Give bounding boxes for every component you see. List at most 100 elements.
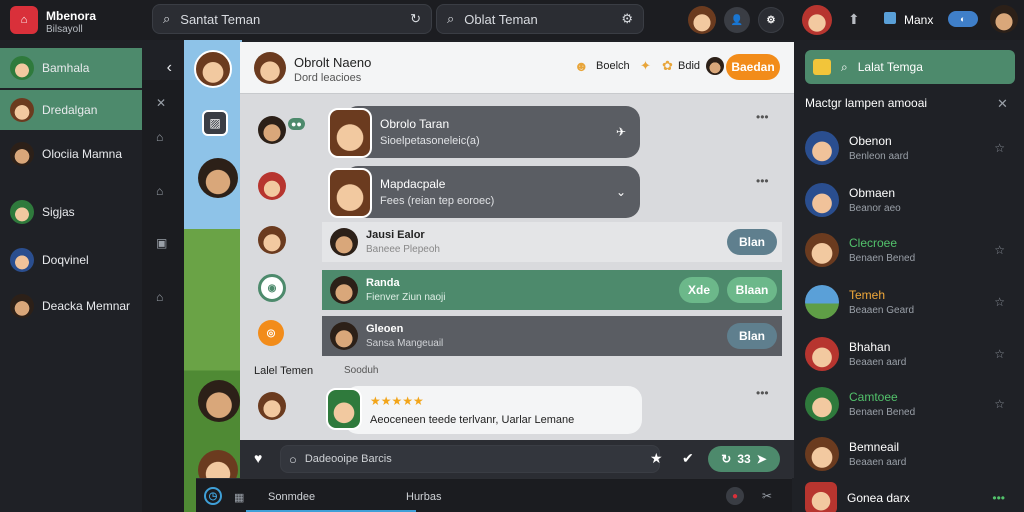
- avatar[interactable]: [258, 392, 286, 420]
- photo-icon[interactable]: ▨: [202, 110, 228, 136]
- home-icon[interactable]: ⌂: [156, 130, 163, 144]
- user-name[interactable]: Manx: [904, 13, 933, 27]
- status-icon[interactable]: ◉: [258, 274, 286, 302]
- friend-item[interactable]: Bemneail Beaaen aard: [805, 432, 1015, 476]
- avatar[interactable]: [198, 380, 240, 422]
- chevron-down-icon[interactable]: ⌄: [616, 185, 626, 199]
- record-icon[interactable]: ●: [726, 487, 744, 505]
- avatar[interactable]: [194, 50, 232, 88]
- sidebar-item-dredalgan[interactable]: Dredalgan: [0, 90, 142, 130]
- avatar[interactable]: [328, 168, 372, 218]
- friend-item[interactable]: Camtoee Benaen Bened ☆: [805, 382, 1015, 426]
- badge-icon[interactable]: ✿: [662, 58, 673, 74]
- row-name: Gleoen: [366, 323, 404, 335]
- star-rating: ★★★★★: [370, 394, 424, 408]
- settings-icon[interactable]: ⚙: [758, 7, 784, 33]
- more-icon[interactable]: •••: [756, 386, 769, 400]
- pin-icon[interactable]: ☆: [994, 243, 1005, 257]
- friend-status: Beaaen aard: [849, 457, 907, 468]
- friend-item[interactable]: Bhahan Beaaen aard ☆: [805, 332, 1015, 376]
- more-icon[interactable]: •••: [756, 110, 769, 124]
- friend-item[interactable]: Obmaen Beanor aeo: [805, 178, 1015, 222]
- bottom-label-1[interactable]: Sonmdee: [268, 491, 315, 503]
- app-logo[interactable]: ⌂: [10, 6, 38, 34]
- emoji-icon[interactable]: ♥: [254, 450, 262, 466]
- friend-name: Gonea darx: [847, 491, 910, 505]
- collapse-icon[interactable]: ✕: [156, 96, 166, 110]
- clock-icon[interactable]: ◷: [204, 487, 222, 505]
- emoji-icon[interactable]: ☻: [574, 58, 589, 74]
- header-action-1[interactable]: Boelch: [596, 60, 630, 72]
- refresh-icon[interactable]: ↻: [410, 11, 421, 27]
- pin-icon[interactable]: ☆: [994, 295, 1005, 309]
- send-group[interactable]: ↻ 33 ➤: [708, 446, 780, 472]
- row-button-2[interactable]: Blaan: [727, 277, 777, 303]
- check-icon[interactable]: ✔: [682, 450, 694, 467]
- friend-row[interactable]: Jausi Ealor Baneee Plepeoh Blan: [322, 222, 782, 262]
- avatar[interactable]: [258, 172, 286, 200]
- search-bar-chat[interactable]: ⌕ Oblat Teman ⚙: [436, 4, 644, 34]
- sidebar-item-bamhala[interactable]: Bamhala ‹: [0, 48, 172, 88]
- user-icon[interactable]: 👤: [724, 7, 750, 33]
- gear-icon[interactable]: ⚙: [621, 11, 633, 27]
- game-background: ▨: [184, 40, 242, 512]
- pin-icon[interactable]: ☆: [994, 347, 1005, 361]
- pin-icon[interactable]: ☆: [994, 141, 1005, 155]
- avatar[interactable]: [258, 226, 286, 254]
- pin-icon[interactable]: ✂: [762, 489, 772, 503]
- friend-row-active[interactable]: Randa Fienver Ziun naoji Xde Blaan: [322, 270, 782, 310]
- sidebar-item-doqvinel[interactable]: Doqvinel: [0, 240, 142, 280]
- avatar[interactable]: [198, 158, 238, 198]
- avatar[interactable]: [254, 52, 286, 84]
- more-icon[interactable]: •••: [756, 174, 769, 188]
- account-avatar[interactable]: [990, 5, 1018, 33]
- more-icon[interactable]: •••: [992, 491, 1005, 505]
- friend-item[interactable]: Clecroee Benaen Bened ☆: [805, 228, 1015, 272]
- row-button[interactable]: Blan: [727, 229, 777, 255]
- pin-icon[interactable]: ☆: [994, 397, 1005, 411]
- message-input[interactable]: ○ Dadeooipe Barcis: [280, 445, 660, 473]
- avatar[interactable]: [326, 388, 362, 430]
- bottom-bar: ◷ ▦ Sonmdee Hurbas ● ✂: [196, 478, 792, 512]
- search-text: Santat Teman: [180, 11, 261, 27]
- rating-bubble[interactable]: ★★★★★ Aeoceneen teede terlvanr, Uarlar L…: [344, 386, 642, 434]
- friend-item[interactable]: Obenon Benleon aard ☆: [805, 126, 1015, 170]
- star-icon[interactable]: ★: [650, 450, 663, 467]
- sidebar-item-olociia[interactable]: Olociia Mamna: [0, 134, 142, 174]
- profile-avatar[interactable]: [802, 5, 832, 35]
- share-icon[interactable]: ✈: [616, 125, 626, 139]
- avatar[interactable]: [328, 108, 372, 158]
- friend-row[interactable]: Gleoen Sansa Mangeuail Blan: [322, 316, 782, 356]
- sidebar-item-sigjas[interactable]: Sigjas: [0, 192, 142, 232]
- share-icon[interactable]: ⬆: [848, 11, 860, 28]
- row-name: Randa: [366, 277, 400, 289]
- row-button-1[interactable]: Xde: [679, 277, 719, 303]
- friend-item[interactable]: Gonea darx •••: [805, 476, 1015, 512]
- friend-name: Bhahan: [849, 340, 891, 354]
- avatar[interactable]: [258, 116, 286, 144]
- rating-suffix: Uarlar Lemane: [501, 414, 575, 426]
- close-icon[interactable]: ✕: [997, 96, 1008, 112]
- badge-icon[interactable]: ◎: [258, 320, 284, 346]
- header-button[interactable]: Baedan: [726, 54, 780, 80]
- chat-header: Obrolt Naeno Dord leacioes ☻ Boelch ✦ ✿ …: [240, 42, 794, 94]
- avatar[interactable]: [706, 57, 724, 75]
- bottom-label-2[interactable]: Hurbas: [406, 491, 441, 503]
- notification-avatar[interactable]: [688, 6, 716, 34]
- message-bubble[interactable]: Obrolo Taran Sioelpetasoneleic(a) ✈: [344, 106, 640, 158]
- row-button[interactable]: Blan: [727, 323, 777, 349]
- house-icon[interactable]: ⌂: [156, 290, 163, 304]
- header-action-2[interactable]: Bdid: [678, 60, 700, 72]
- media-icon[interactable]: ▦: [234, 491, 244, 504]
- friend-item[interactable]: Temeh Beaaen Geard ☆: [805, 280, 1015, 324]
- chevron-left-icon[interactable]: ‹: [167, 59, 172, 77]
- star-icon[interactable]: ✦: [640, 58, 651, 74]
- toggle-icon[interactable]: ◐: [948, 11, 978, 27]
- sidebar-item-deacka[interactable]: Deacka Memnar: [0, 286, 142, 326]
- search-bar-friends[interactable]: ⌕ Santat Teman ↻: [152, 4, 432, 34]
- message-bubble[interactable]: Mapdacpale Fees (reian tep eoroec) ⌄: [344, 166, 640, 218]
- bag-icon[interactable]: ⌂: [156, 184, 163, 198]
- section-sub: Sooduh: [344, 365, 379, 376]
- box-icon[interactable]: ▣: [156, 236, 167, 250]
- friend-search[interactable]: ⌕ Lalat Temga: [805, 50, 1015, 84]
